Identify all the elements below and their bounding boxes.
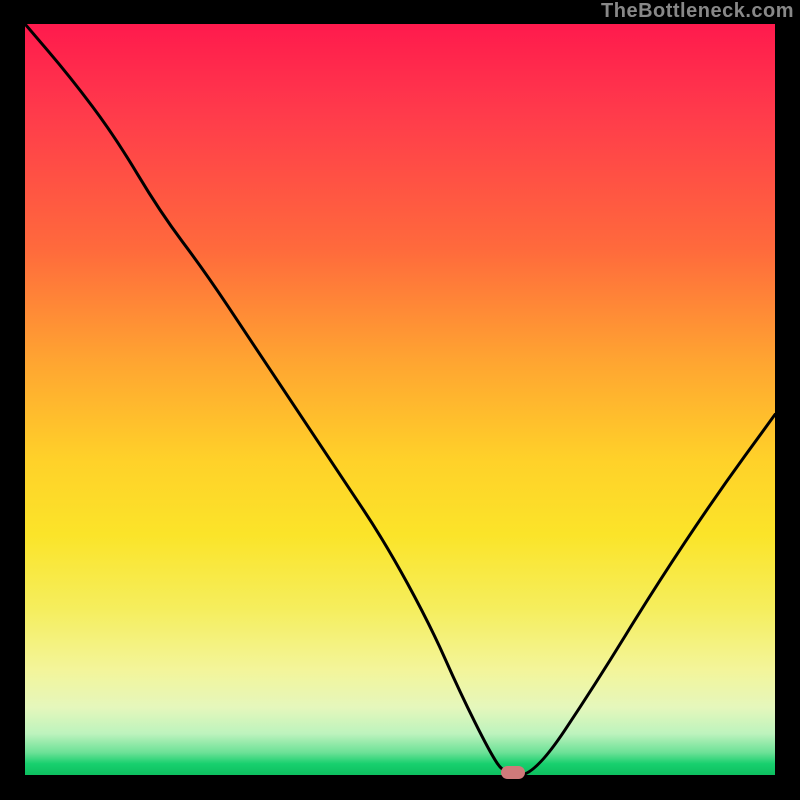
chart-container: TheBottleneck.com: [0, 0, 800, 800]
attribution-label: TheBottleneck.com: [601, 0, 794, 23]
curve-layer: [25, 24, 775, 775]
bottleneck-curve: [25, 24, 775, 775]
plot-area: [25, 24, 775, 775]
optimal-marker: [501, 766, 525, 779]
